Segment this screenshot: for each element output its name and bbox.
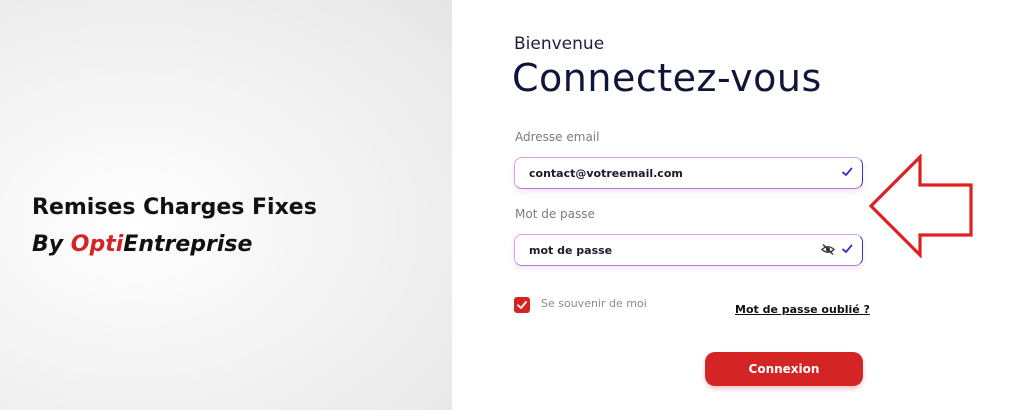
page-title: Connectez-vous (512, 56, 822, 100)
brand-accent: Opti (70, 232, 124, 257)
welcome-text: Bienvenue (514, 34, 605, 54)
forgot-password-link[interactable]: Mot de passe oublié ? (735, 303, 870, 316)
brand-byline: By OptiEntreprise (32, 232, 252, 257)
brand-rest: Entreprise (123, 232, 253, 257)
eye-slash-icon[interactable] (821, 243, 835, 256)
brand-by: By (32, 232, 71, 257)
email-input[interactable] (529, 158, 809, 188)
checkmark-icon (517, 301, 527, 309)
password-input[interactable] (529, 235, 809, 265)
arrow-left-icon (868, 154, 973, 258)
password-field[interactable] (514, 234, 863, 266)
password-label: Mot de passe (515, 207, 595, 221)
email-field[interactable] (514, 157, 863, 189)
remember-checkbox[interactable] (514, 297, 530, 313)
login-button[interactable]: Connexion (705, 352, 863, 386)
remember-label: Se souvenir de moi (541, 297, 647, 310)
email-label: Adresse email (515, 130, 600, 144)
brand-title: Remises Charges Fixes (32, 195, 317, 220)
brand-panel: Remises Charges Fixes By OptiEntreprise (0, 0, 452, 410)
check-icon (842, 167, 853, 176)
check-icon (842, 244, 853, 253)
